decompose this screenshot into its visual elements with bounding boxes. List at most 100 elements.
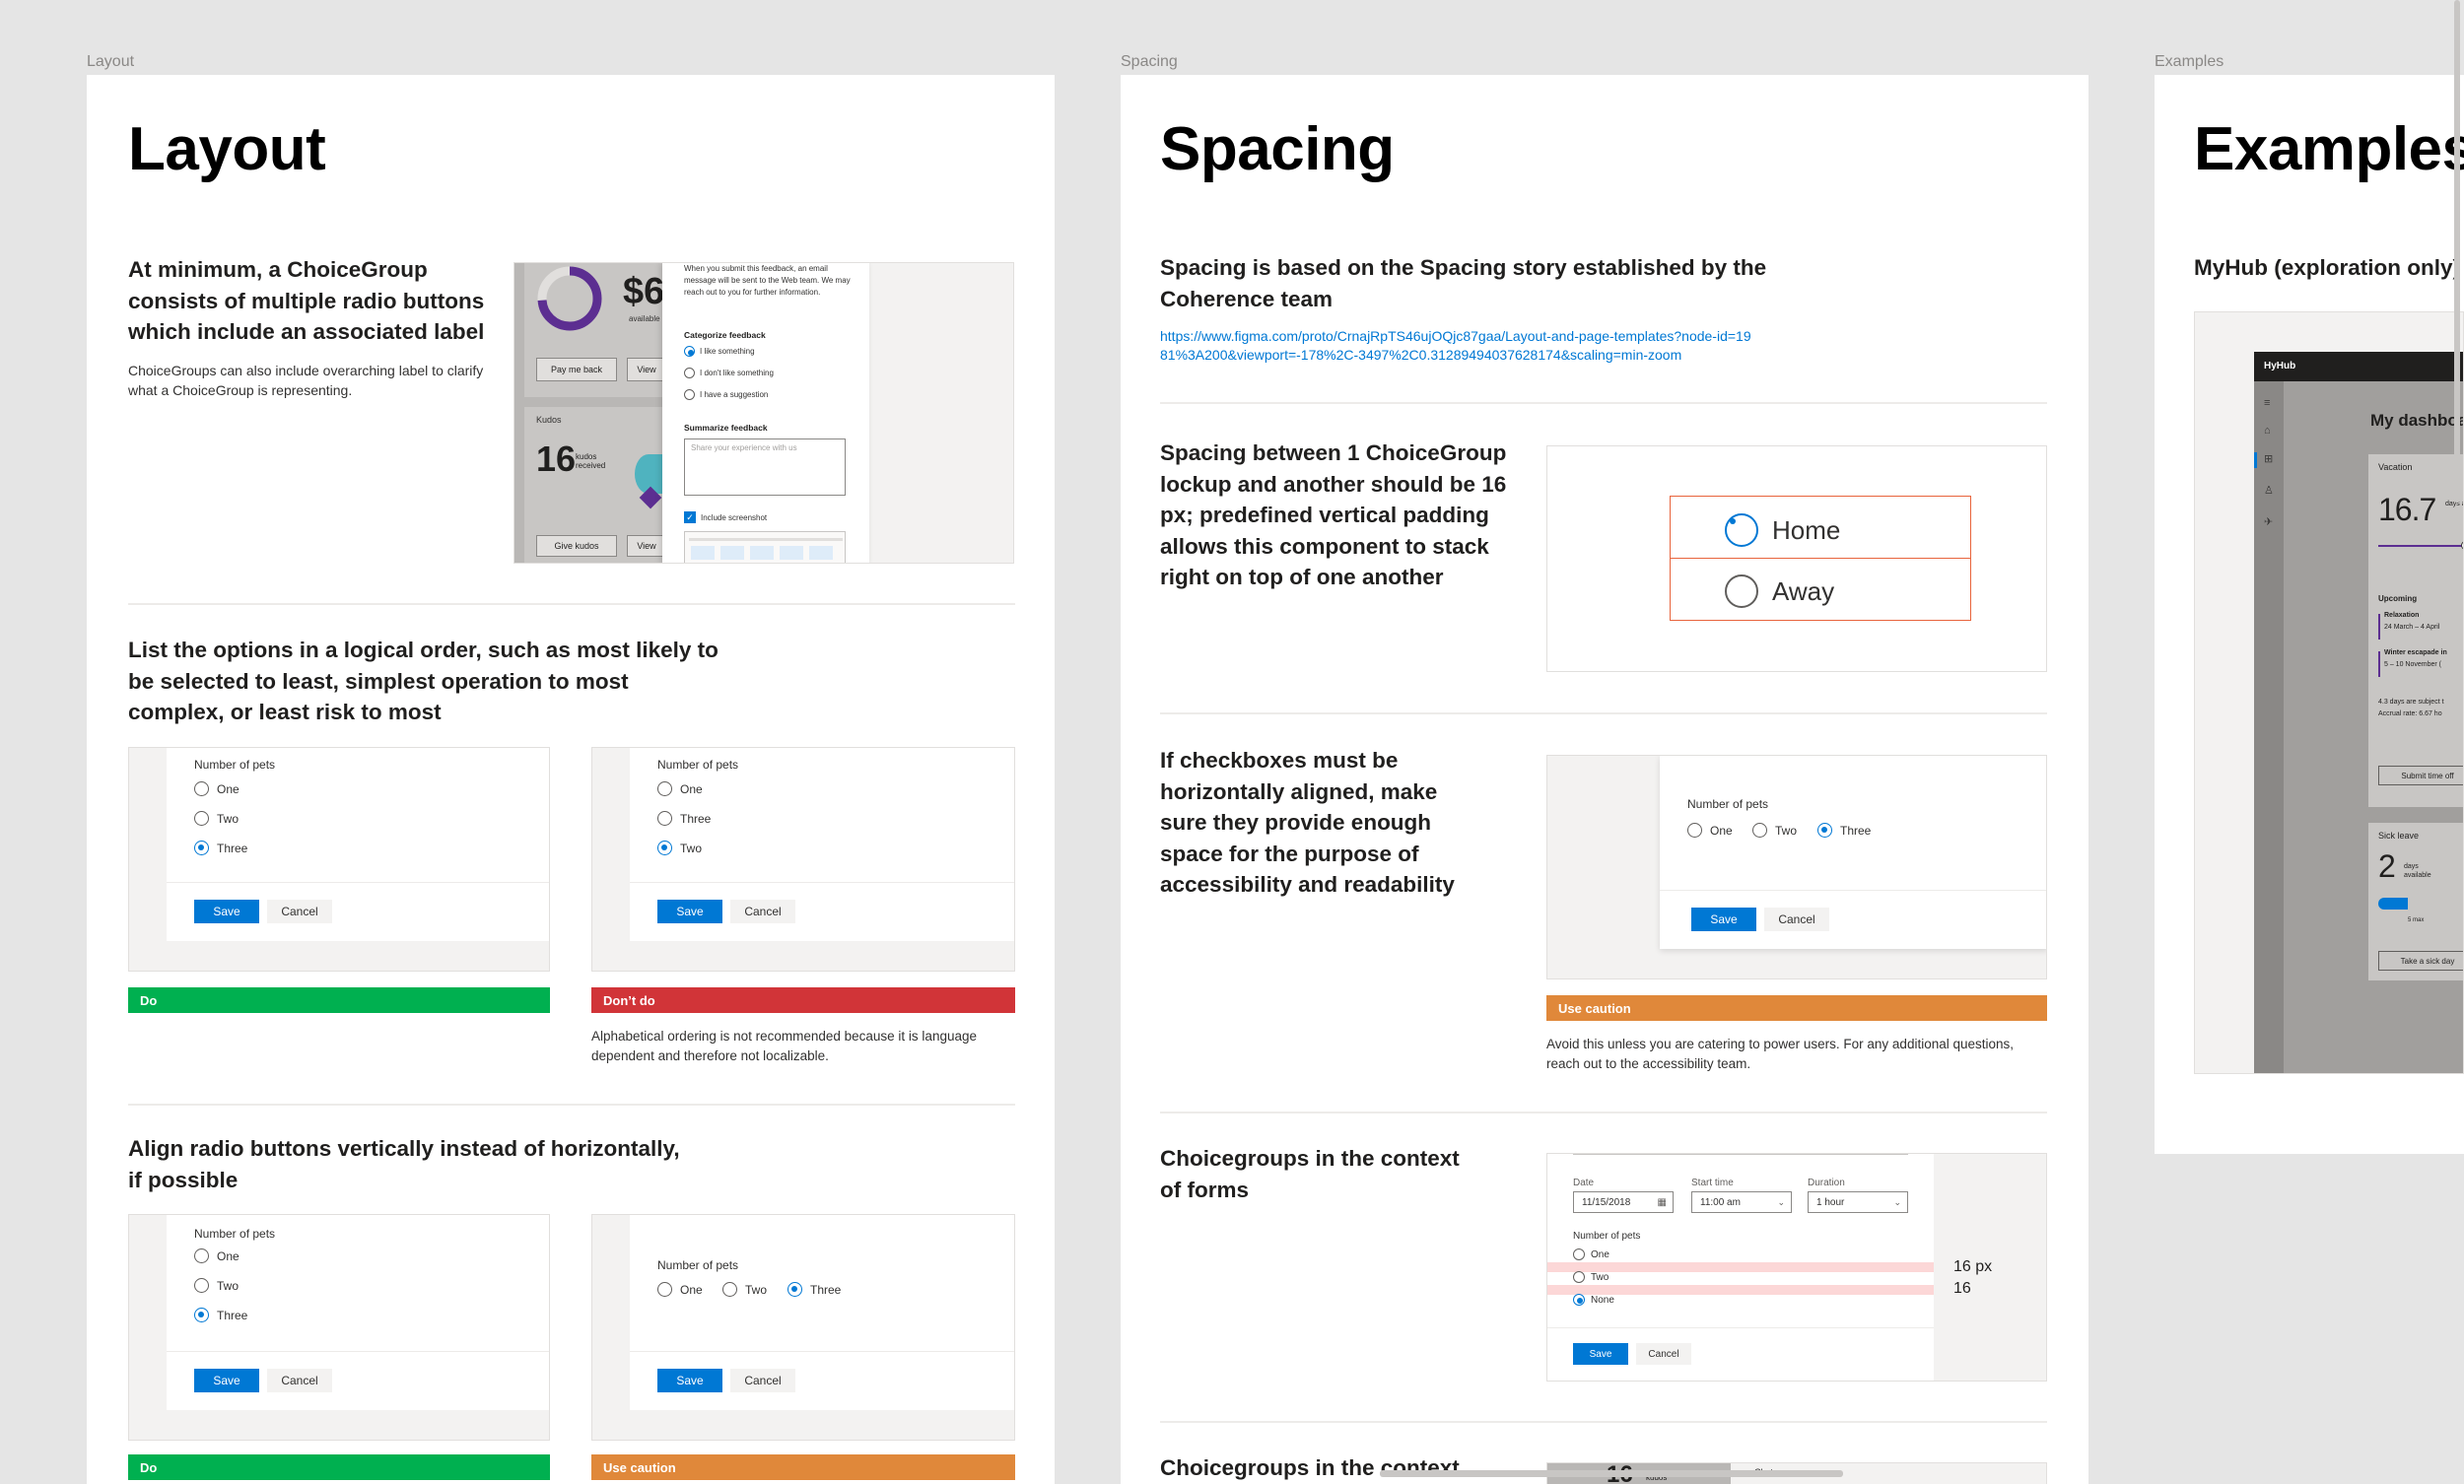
option-label: One [680,1282,703,1297]
radio-icon [1573,1248,1585,1260]
radio-option[interactable]: Two [1752,823,1797,838]
radio-option[interactable]: None [1573,1294,1614,1306]
radio-option[interactable]: Two [657,841,702,855]
spacing-redline-example: Home Away [1546,445,2047,672]
radio-icon [657,811,672,826]
save-button[interactable]: Save [1691,908,1756,931]
view-button[interactable]: View [627,358,666,381]
start-time-dropdown[interactable]: 11:00 am ⌄ [1691,1191,1792,1213]
radio-option[interactable]: Two [194,811,239,826]
group-label: Number of pets [194,758,276,772]
caution-banner: Use caution [591,1454,1015,1480]
event-date: 5 – 10 November ( [2384,661,2441,668]
radio-option[interactable]: Three [194,1308,247,1322]
event-title: Winter escapade in [2384,649,2447,656]
radio-option[interactable]: One [1687,823,1733,838]
calendar-icon: ▦ [1657,1196,1667,1208]
radio-option[interactable]: One [194,1248,240,1263]
radio-option[interactable]: Two [1573,1271,1608,1283]
dialog-footer [167,882,549,883]
option-label: Two [1591,1271,1609,1283]
page-title: Layout [128,115,326,183]
spacing-annotation: 16 px [1953,1258,1993,1275]
option-label: Away [1772,575,1835,606]
myhub-preview: HyHub ≡ ⌂ ⊞ ♙ ✈ My dashboa Vacation 16.7… [2194,311,2464,1074]
hamburger-icon[interactable]: ≡ [2264,397,2270,409]
radio-option[interactable]: One [194,781,240,796]
option-label: Three [810,1282,842,1297]
pay-me-back-button[interactable]: Pay me back [536,358,617,381]
cancel-button[interactable]: Cancel [267,900,332,923]
frame-label-layout[interactable]: Layout [87,53,134,71]
save-button[interactable]: Save [657,900,722,923]
feedback-option[interactable]: I like something [684,346,755,357]
home-icon[interactable]: ⌂ [2264,425,2271,437]
accrual-note: Accrual rate: 6.67 ho [2378,710,2442,717]
option-label: One [1710,823,1733,838]
group-label: Number of pets [657,1258,739,1272]
cancel-button[interactable]: Cancel [267,1369,332,1392]
divider [1160,402,2047,404]
feedback-option[interactable]: I have a suggestion [684,389,768,400]
person-icon[interactable]: ♙ [2264,484,2274,497]
radio-option-home[interactable]: Home [1725,513,1840,547]
submit-time-off-button[interactable]: Submit time off [2378,766,2463,785]
radio-option-away[interactable]: Away [1725,574,1834,608]
grid-icon[interactable]: ⊞ [2264,452,2273,465]
divider [128,1104,1015,1106]
sick-leave-days: 2 [2378,848,2396,884]
kudos-view-button[interactable]: View [627,535,666,557]
radio-option[interactable]: Three [194,841,247,855]
frame-label-examples[interactable]: Examples [2155,53,2224,71]
save-button[interactable]: Save [1573,1343,1628,1365]
vacation-slider[interactable] [2378,545,2463,547]
cancel-button[interactable]: Cancel [1764,908,1829,931]
preview-amount: $6 [623,271,665,312]
divider [1160,1421,2047,1423]
event-date: 24 March – 4 April [2384,624,2440,631]
radio-icon [1725,574,1758,608]
radio-option[interactable]: Two [722,1282,767,1297]
radio-selected-icon [787,1282,802,1297]
vertical-scrollbar[interactable] [2454,0,2460,503]
choicegroup-dialog: Number of pets One Three Two Save Cancel [630,748,1014,941]
radio-option[interactable]: Three [787,1282,841,1297]
cancel-button[interactable]: Cancel [1636,1343,1691,1365]
frame-label-spacing[interactable]: Spacing [1121,53,1178,71]
dont-caption: Alphabetical ordering is not recommended… [591,1029,977,1063]
duration-dropdown[interactable]: 1 hour ⌄ [1808,1191,1908,1213]
pets-label: Number of pets [1573,1231,1641,1242]
cancel-button[interactable]: Cancel [730,900,795,923]
save-button[interactable]: Save [194,900,259,923]
cancel-button[interactable]: Cancel [730,1369,795,1392]
save-button[interactable]: Save [194,1369,259,1392]
option-label: One [680,781,703,796]
date-value: 11/15/2018 [1582,1196,1631,1208]
summary-textarea[interactable]: Share your experience with us [684,438,846,496]
date-input[interactable]: 11/15/2018 ▦ [1573,1191,1674,1213]
give-kudos-button[interactable]: Give kudos [536,535,617,557]
radio-option[interactable]: Three [657,811,711,826]
take-sick-day-button[interactable]: Take a sick day [2378,951,2463,971]
duration-label: Duration [1808,1178,1845,1188]
figma-link[interactable]: https://www.figma.com/proto/CrnajRpTS46u… [1160,327,1751,365]
radio-option[interactable]: Two [194,1278,239,1293]
radio-option[interactable]: Three [1817,823,1871,838]
radio-option[interactable]: One [657,1282,703,1297]
summarize-label: Summarize feedback [684,423,768,433]
radio-option[interactable]: One [1573,1248,1609,1260]
categorize-label: Categorize feedback [684,330,766,340]
horizontal-scrollbar[interactable] [1380,1470,1843,1477]
include-screenshot-checkbox[interactable]: ✓ Include screenshot [684,511,767,523]
radio-option[interactable]: One [657,781,703,796]
start-time-value: 11:00 am [1700,1196,1741,1208]
section-heading: List the options in a logical order, suc… [128,638,719,724]
divider [1160,1112,2047,1113]
radio-icon [684,368,695,378]
plane-icon[interactable]: ✈ [2264,515,2273,528]
save-button[interactable]: Save [657,1369,722,1392]
feedback-option[interactable]: I don't like something [684,368,774,378]
option-label: Include screenshot [701,512,768,522]
radio-icon [1573,1271,1585,1283]
radio-icon [194,811,209,826]
